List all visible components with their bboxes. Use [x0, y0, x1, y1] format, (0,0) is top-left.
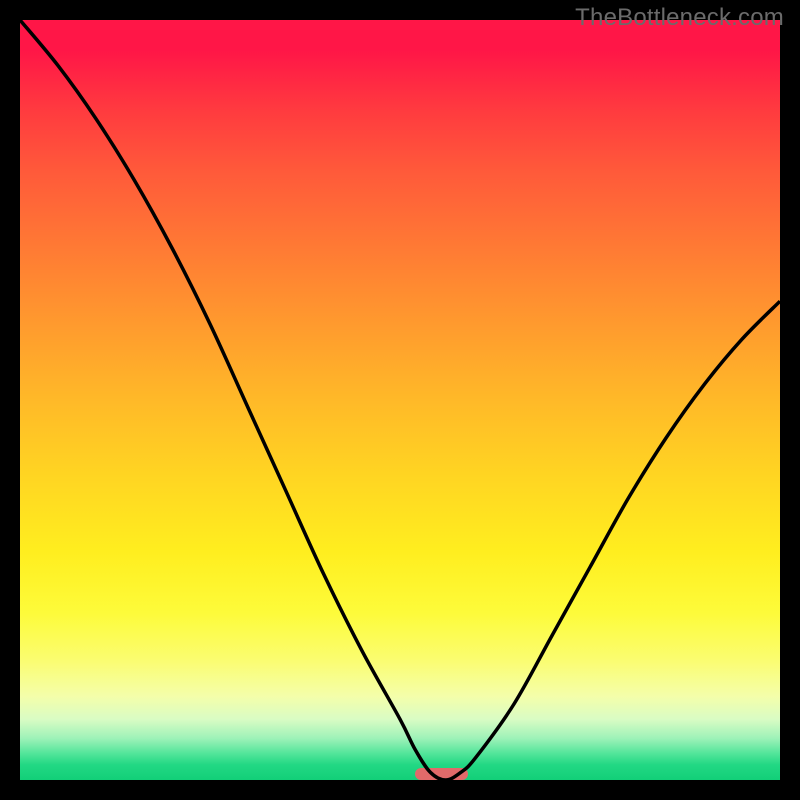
curve-path: [20, 20, 780, 780]
watermark-text: TheBottleneck.com: [575, 4, 784, 32]
bottleneck-curve: [20, 20, 780, 780]
chart-container: TheBottleneck.com: [0, 0, 800, 800]
plot-area: [20, 20, 780, 780]
